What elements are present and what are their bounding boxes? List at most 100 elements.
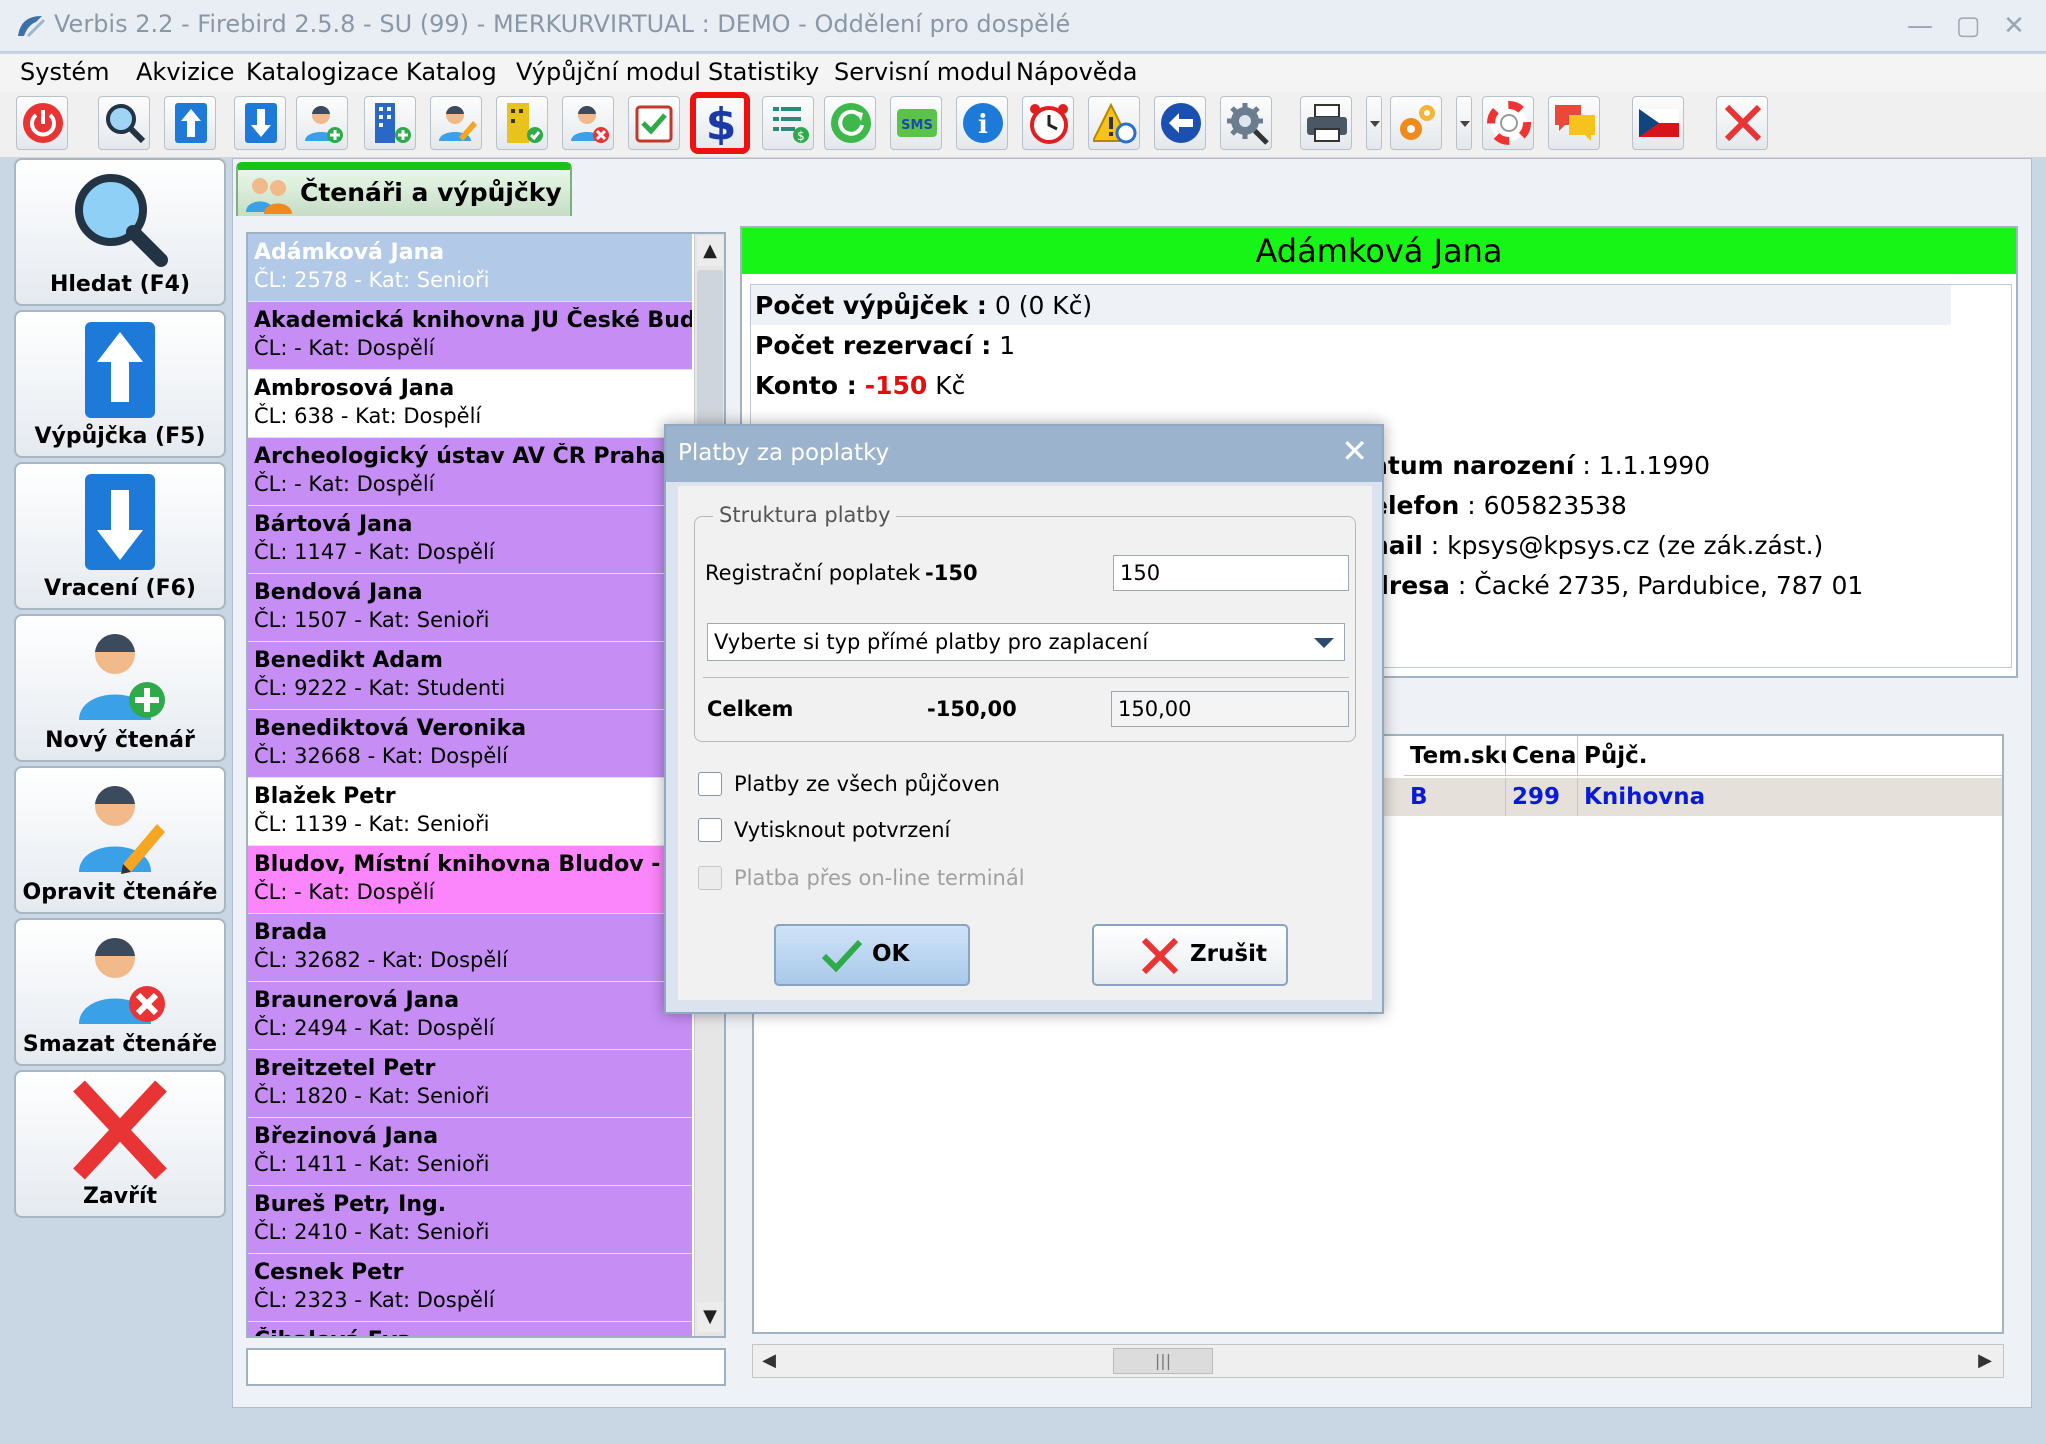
tab-readers-loans[interactable]: Čtenáři a výpůjčky [236, 162, 572, 216]
reader-name: Breitzetel Petr [254, 1056, 436, 1081]
address: dresa : Čacké 2735, Pardubice, 787 01 [1371, 571, 1864, 600]
warning-button[interactable] [1088, 96, 1140, 150]
col-cena[interactable]: Cena [1506, 736, 1578, 776]
return-button[interactable] [234, 96, 286, 150]
list-item[interactable]: Bendová Jana ČL: 1507 - Kat: Senioři [248, 574, 692, 642]
list-item[interactable]: Adámková Jana ČL: 2578 - Kat: Senioři [248, 234, 692, 302]
list-item[interactable]: Březinová Jana ČL: 1411 - Kat: Senioři [248, 1118, 692, 1186]
menu-napoveda[interactable]: Nápověda [1016, 58, 1138, 86]
fee-amount-input[interactable]: 150 [1113, 555, 1349, 591]
approve-list-button[interactable] [496, 96, 548, 150]
svg-text:SMS: SMS [901, 118, 933, 133]
close-toolbar-button[interactable] [1716, 96, 1768, 150]
edit-reader-button[interactable] [430, 96, 482, 150]
menu-system[interactable]: Systém [20, 58, 110, 86]
search-reader-button[interactable]: Hledat (F4) [14, 158, 226, 306]
close-large-button[interactable]: Zavřít [14, 1070, 226, 1218]
birth-date: atum narození : 1.1.1990 [1371, 451, 1711, 480]
scroll-left-icon[interactable]: ◀ [755, 1347, 783, 1375]
arrow-down-icon [85, 474, 155, 570]
dollar-icon: $ [706, 101, 737, 145]
hscroll-thumb[interactable]: ||| [1113, 1348, 1213, 1374]
refresh-button[interactable] [824, 96, 876, 150]
print-dropdown-button[interactable] [1366, 96, 1382, 150]
print-confirmation-checkbox[interactable] [698, 818, 722, 842]
list-item[interactable]: Čihalová Eva [248, 1322, 692, 1336]
col-pujc[interactable]: Půjč. [1578, 736, 2002, 776]
reader-filter-input[interactable] [246, 1348, 726, 1386]
search-reader-label: Hledat (F4) [49, 272, 191, 297]
loan-f5-button[interactable]: Výpůjčka (F5) [14, 310, 226, 458]
delete-reader-large-button[interactable]: Smazat čtenáře [14, 918, 226, 1066]
svg-text:$: $ [706, 101, 737, 145]
add-record-button[interactable] [364, 96, 416, 150]
messages-button[interactable] [1548, 96, 1600, 150]
list-item[interactable]: Cesnek Petr ČL: 2323 - Kat: Dospělí [248, 1254, 692, 1322]
print-confirmation-label[interactable]: Vytisknout potvrzení [734, 818, 950, 842]
tools-button[interactable] [1390, 96, 1442, 150]
reminder-button[interactable] [1022, 96, 1074, 150]
help-button[interactable] [1482, 96, 1534, 150]
list-item[interactable]: Brada ČL: 32682 - Kat: Dospělí [248, 914, 692, 982]
scroll-down-icon[interactable]: ▼ [697, 1302, 723, 1332]
language-button[interactable] [1632, 96, 1684, 150]
list-item[interactable]: Blažek Petr ČL: 1139 - Kat: Senioři [248, 778, 692, 846]
window-close-button[interactable]: ✕ [1994, 8, 2034, 44]
col-tem-sku[interactable]: Tem.sku [1404, 736, 1516, 776]
reader-list[interactable]: Adámková Jana ČL: 2578 - Kat: Senioři Akad… [248, 234, 692, 1336]
menu-katalog[interactable]: Katalog [406, 58, 497, 86]
power-button[interactable] [16, 96, 68, 150]
new-reader-button[interactable] [296, 96, 348, 150]
sms-button[interactable]: SMS [890, 96, 942, 150]
list-item[interactable]: Ambrosová Jana ČL: 638 - Kat: Dospělí [248, 370, 692, 438]
info-button[interactable]: i [956, 96, 1008, 150]
menu-katalogizace[interactable]: Katalogizace [246, 58, 399, 86]
menu-vypujcni-modul[interactable]: Výpůjční modul [516, 58, 701, 86]
scroll-right-icon[interactable]: ▶ [1971, 1347, 1999, 1375]
payment-type-select[interactable]: Vyberte si typ přímé platby pro zaplacen… [707, 623, 1345, 661]
menu-statistiky[interactable]: Statistiky [708, 58, 819, 86]
search-button[interactable] [98, 96, 150, 150]
check-button[interactable] [628, 96, 680, 150]
loans-hscrollbar[interactable]: ◀ ||| ▶ [752, 1344, 2004, 1378]
list-item[interactable]: Breitzetel Petr ČL: 1820 - Kat: Senioři [248, 1050, 692, 1118]
list-item[interactable]: Benediktová Veronika ČL: 32668 - Kat: Dos… [248, 710, 692, 778]
maximize-button[interactable]: ▢ [1948, 8, 1988, 44]
payment-list-button[interactable]: $ [762, 96, 814, 150]
cancel-button[interactable]: Zrušit [1092, 924, 1288, 986]
ok-button[interactable]: OK [774, 924, 970, 986]
online-terminal-checkbox [698, 866, 722, 890]
loan-button[interactable] [164, 96, 216, 150]
all-branches-label[interactable]: Platby ze všech půjčoven [734, 772, 1000, 796]
checkbox-checked-icon [635, 105, 673, 143]
reader-name: Archeologický ústav AV ČR Praha - [254, 444, 683, 469]
list-item[interactable]: Archeologický ústav AV ČR Praha - ČL: - K… [248, 438, 692, 506]
edit-reader-large-button[interactable]: Opravit čtenáře [14, 766, 226, 914]
list-item[interactable]: Bludov, Místní knihovna Bludov - ČL: - Ka… [248, 846, 692, 914]
list-item[interactable]: Benedikt Adam ČL: 9222 - Kat: Studenti [248, 642, 692, 710]
list-item[interactable]: Bártová Jana ČL: 1147 - Kat: Dospělí [248, 506, 692, 574]
reader-name: Adámková Jana [254, 240, 445, 265]
print-button[interactable] [1300, 96, 1352, 150]
new-reader-large-button[interactable]: Nový čtenář [14, 614, 226, 762]
reader-name: Benedikt Adam [254, 648, 443, 673]
close-icon [73, 1080, 167, 1180]
user-add-icon [305, 105, 343, 143]
dialog-close-button[interactable]: ✕ [1341, 432, 1368, 470]
list-item[interactable]: Braunerová Jana ČL: 2494 - Kat: Dospělí [248, 982, 692, 1050]
list-item[interactable]: Bureš Petr, Ing. ČL: 2410 - Kat: Senioři [248, 1186, 692, 1254]
list-item[interactable]: Akademická knihovna JU České Bud... ČL: -… [248, 302, 692, 370]
delete-reader-button[interactable] [562, 96, 614, 150]
payment-button[interactable]: $ [690, 92, 750, 154]
menu-servisni-modul[interactable]: Servisní modul [834, 58, 1012, 86]
back-button[interactable] [1154, 96, 1206, 150]
menu-akvizice[interactable]: Akvizice [136, 58, 234, 86]
settings-search-button[interactable] [1220, 96, 1272, 150]
tools-dropdown-button[interactable] [1456, 96, 1472, 150]
cell-cena: 299 [1506, 778, 1578, 816]
cell-tem-sku: B [1404, 778, 1506, 816]
all-branches-checkbox[interactable] [698, 772, 722, 796]
scroll-up-icon[interactable]: ▲ [697, 236, 723, 266]
return-f6-button[interactable]: Vracení (F6) [14, 462, 226, 610]
minimize-button[interactable]: — [1900, 8, 1940, 44]
